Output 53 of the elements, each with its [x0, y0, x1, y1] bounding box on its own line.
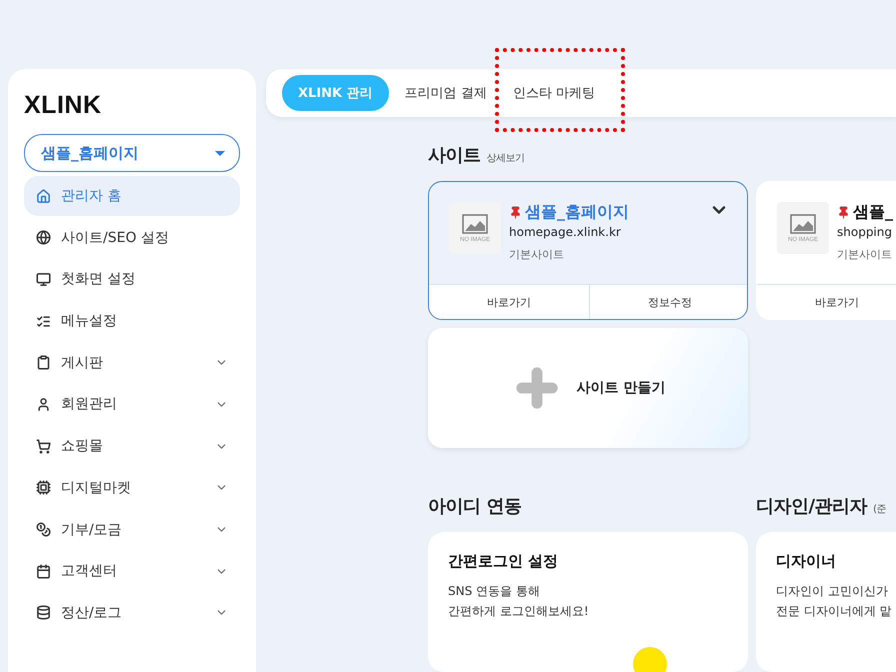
site-name: 샘플_홈페이지 [509, 202, 629, 223]
pin-icon [509, 206, 522, 219]
clipboard-icon [36, 355, 51, 370]
sidebar-item[interactable]: 메뉴설정 [24, 301, 240, 342]
sidebar-item[interactable]: 첫화면 설정 [24, 259, 240, 300]
section-title: 디자인/관리자 [756, 495, 868, 518]
home-icon [36, 188, 51, 204]
caret-icon [215, 150, 225, 156]
globe-icon [36, 230, 51, 246]
card-title: 디자이너 [776, 552, 837, 571]
card-button[interactable]: 정보수정 [589, 285, 747, 319]
site-type: 기본사이트 [837, 247, 893, 262]
logo: XLINK [24, 91, 102, 120]
monitor-icon [36, 272, 51, 287]
site-select[interactable]: 샘플_홈페이지 [24, 134, 240, 172]
site-name: 샘플_ [837, 202, 893, 223]
top-tab[interactable]: 프리미엄 결제 [394, 75, 497, 111]
details-link[interactable]: 상세보기 [486, 151, 524, 165]
sidebar-item[interactable]: 디지털마켓 [24, 468, 240, 508]
card-button[interactable]: 바로가기 [429, 285, 589, 319]
chip-icon [36, 480, 51, 496]
sidebar-item[interactable]: 게시판 [24, 342, 240, 383]
card-title: 간편로그인 설정 [448, 552, 560, 571]
section-note: (준 [873, 503, 886, 516]
section-title: 아이디 연동 [428, 495, 522, 518]
site-domain: shopping [837, 225, 893, 239]
sidebar-item[interactable]: 관리자 홈 [24, 176, 240, 216]
card-text: 디자인이 고민이신가 [776, 583, 889, 600]
site-type: 기본사이트 [509, 247, 565, 262]
calendar-icon [36, 564, 51, 579]
database-icon [36, 605, 51, 620]
card-text: 전문 디자이너에게 맡 [776, 603, 893, 620]
checklist-icon [36, 314, 51, 329]
cart-icon [36, 438, 51, 454]
coins-icon [36, 522, 51, 537]
sidebar-item[interactable]: 고객센터 [24, 551, 240, 592]
sidebar-item[interactable]: 회원관리 [24, 384, 240, 424]
sidebar-item[interactable]: 기부/모금 [24, 510, 240, 550]
section-title: 사이트 [428, 144, 480, 167]
user-icon [36, 396, 51, 412]
circle-icon [633, 647, 667, 672]
site-domain: homepage.xlink.kr [509, 225, 622, 239]
create-site-card[interactable]: 사이트 만들기 [428, 328, 748, 448]
create-site-label: 사이트 만들기 [576, 379, 666, 397]
sidebar-item[interactable]: 사이트/SEO 설정 [24, 218, 240, 258]
sidebar-item[interactable]: 정산/로그 [24, 592, 240, 633]
sidebar-item[interactable]: 쇼핑몰 [24, 426, 240, 466]
image-icon [790, 214, 816, 234]
card-text: 간편하게 로그인해보세요! [448, 603, 590, 620]
top-tab[interactable]: 인스타 마케팅 [502, 75, 605, 111]
image-icon [462, 214, 488, 234]
pin-icon [837, 206, 850, 219]
card-text: SNS 연동을 통해 [448, 583, 541, 600]
